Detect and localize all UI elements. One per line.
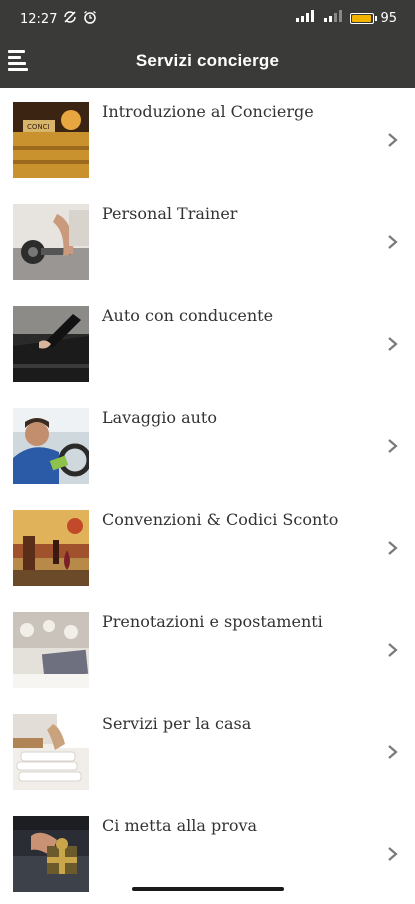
personal-trainer-thumbnail bbox=[13, 204, 89, 280]
status-time: 12:27 bbox=[20, 11, 58, 27]
signal-weak-icon bbox=[324, 10, 344, 26]
chevron-right-icon bbox=[386, 336, 400, 352]
list-item-personal-trainer[interactable]: Personal Trainer bbox=[0, 190, 415, 292]
list-item-label: Prenotazioni e spostamenti bbox=[102, 612, 323, 631]
chevron-right-icon bbox=[386, 642, 400, 658]
list-item-label: Ci metta alla prova bbox=[102, 816, 258, 835]
battery-icon bbox=[350, 12, 378, 24]
status-bar-right: 95 bbox=[296, 10, 397, 26]
battery-level: 95 bbox=[380, 10, 397, 26]
list-item-introduzione[interactable]: CONCI Introduzione al Concierge bbox=[0, 88, 415, 190]
chevron-right-icon bbox=[386, 540, 400, 556]
list-item-auto-con-conducente[interactable]: Auto con conducente bbox=[0, 292, 415, 394]
chevron-right-icon bbox=[386, 234, 400, 250]
list-item-label: Personal Trainer bbox=[102, 204, 238, 223]
list-item-servizi-casa[interactable]: Servizi per la casa bbox=[0, 700, 415, 802]
gift-box-thumbnail bbox=[13, 816, 89, 892]
car-wash-thumbnail bbox=[13, 408, 89, 484]
wine-vineyard-thumbnail bbox=[13, 510, 89, 586]
services-list: CONCI Introduzione al Concierge Personal… bbox=[0, 88, 415, 904]
sync-off-icon bbox=[63, 10, 77, 28]
list-item-label: Servizi per la casa bbox=[102, 714, 252, 733]
chauffeur-car-thumbnail bbox=[13, 306, 89, 382]
reserved-table-thumbnail bbox=[13, 612, 89, 688]
chevron-right-icon bbox=[386, 846, 400, 862]
list-item-label: Convenzioni & Codici Sconto bbox=[102, 510, 339, 529]
list-item-label: Lavaggio auto bbox=[102, 408, 217, 427]
chevron-right-icon bbox=[386, 744, 400, 760]
list-item-lavaggio-auto[interactable]: Lavaggio auto bbox=[0, 394, 415, 496]
signal-icon bbox=[296, 10, 318, 26]
chevron-right-icon bbox=[386, 132, 400, 148]
gesture-home-bar[interactable] bbox=[132, 887, 284, 891]
list-item-label: Auto con conducente bbox=[102, 306, 274, 325]
list-item-prenotazioni[interactable]: Prenotazioni e spostamenti bbox=[0, 598, 415, 700]
app-bar: Servizi concierge bbox=[0, 36, 415, 88]
status-bar: 12:27 95 bbox=[0, 0, 415, 36]
page-title: Servizi concierge bbox=[135, 51, 280, 70]
svg-text:CONCI: CONCI bbox=[27, 123, 50, 131]
list-item-label: Introduzione al Concierge bbox=[102, 102, 314, 121]
status-bar-left: 12:27 bbox=[20, 10, 97, 28]
chevron-right-icon bbox=[386, 438, 400, 454]
list-item-convenzioni[interactable]: Convenzioni & Codici Sconto bbox=[0, 496, 415, 598]
housekeeping-towels-thumbnail bbox=[13, 714, 89, 790]
alarm-clock-icon bbox=[83, 10, 97, 28]
concierge-desk-thumbnail: CONCI bbox=[13, 102, 89, 178]
